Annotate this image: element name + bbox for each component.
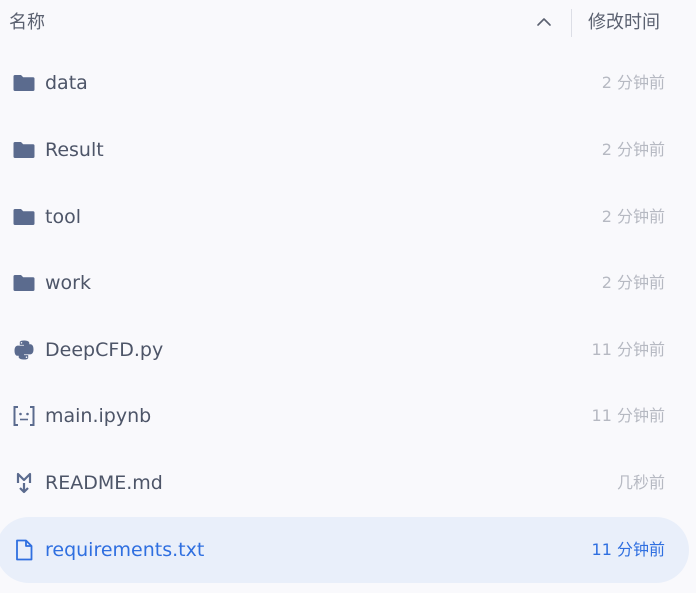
file-row-result[interactable]: Result 2 分钟前 — [0, 117, 696, 183]
file-name: work — [45, 272, 91, 294]
file-modified-time: 11 分钟前 — [591, 340, 665, 359]
file-name: DeepCFD.py — [45, 339, 164, 361]
file-browser: 名称 修改时间 data 2 分钟前 Result 2 分钟前 tool 2 分… — [0, 0, 696, 593]
folder-icon — [12, 71, 36, 95]
text-file-icon — [12, 538, 36, 562]
file-row-deepcfd-py[interactable]: DeepCFD.py 11 分钟前 — [0, 317, 696, 383]
file-modified-time: 2 分钟前 — [601, 207, 665, 226]
file-name: data — [45, 72, 88, 94]
file-row-data[interactable]: data 2 分钟前 — [0, 50, 696, 116]
file-modified-time: 11 分钟前 — [591, 406, 665, 425]
python-file-icon — [12, 338, 36, 362]
file-modified-time: 2 分钟前 — [601, 140, 665, 159]
file-modified-time: 2 分钟前 — [601, 273, 665, 292]
markdown-file-icon — [12, 471, 36, 495]
folder-icon — [12, 271, 36, 295]
file-name: requirements.txt — [45, 539, 205, 561]
column-divider — [571, 9, 572, 37]
file-name: main.ipynb — [45, 405, 152, 427]
folder-icon — [12, 138, 36, 162]
file-row-readme-md[interactable]: README.md 几秒前 — [0, 450, 696, 516]
file-modified-time: 2 分钟前 — [601, 73, 665, 92]
file-row-work[interactable]: work 2 分钟前 — [0, 250, 696, 316]
file-row-tool[interactable]: tool 2 分钟前 — [0, 184, 696, 250]
file-list-header: 名称 修改时间 — [0, 0, 696, 46]
file-name: README.md — [45, 472, 163, 494]
column-header-name[interactable]: 名称 — [9, 12, 45, 34]
file-name: tool — [45, 206, 81, 228]
file-modified-time: 11 分钟前 — [591, 540, 665, 559]
folder-icon — [12, 205, 36, 229]
file-row-requirements-txt[interactable]: requirements.txt 11 分钟前 — [0, 517, 696, 583]
file-modified-time: 几秒前 — [616, 473, 665, 492]
file-name: Result — [45, 139, 104, 161]
column-header-modified[interactable]: 修改时间 — [588, 12, 660, 34]
chevron-up-icon[interactable] — [534, 12, 554, 32]
notebook-file-icon — [12, 404, 36, 428]
file-row-main-ipynb[interactable]: main.ipynb 11 分钟前 — [0, 383, 696, 449]
